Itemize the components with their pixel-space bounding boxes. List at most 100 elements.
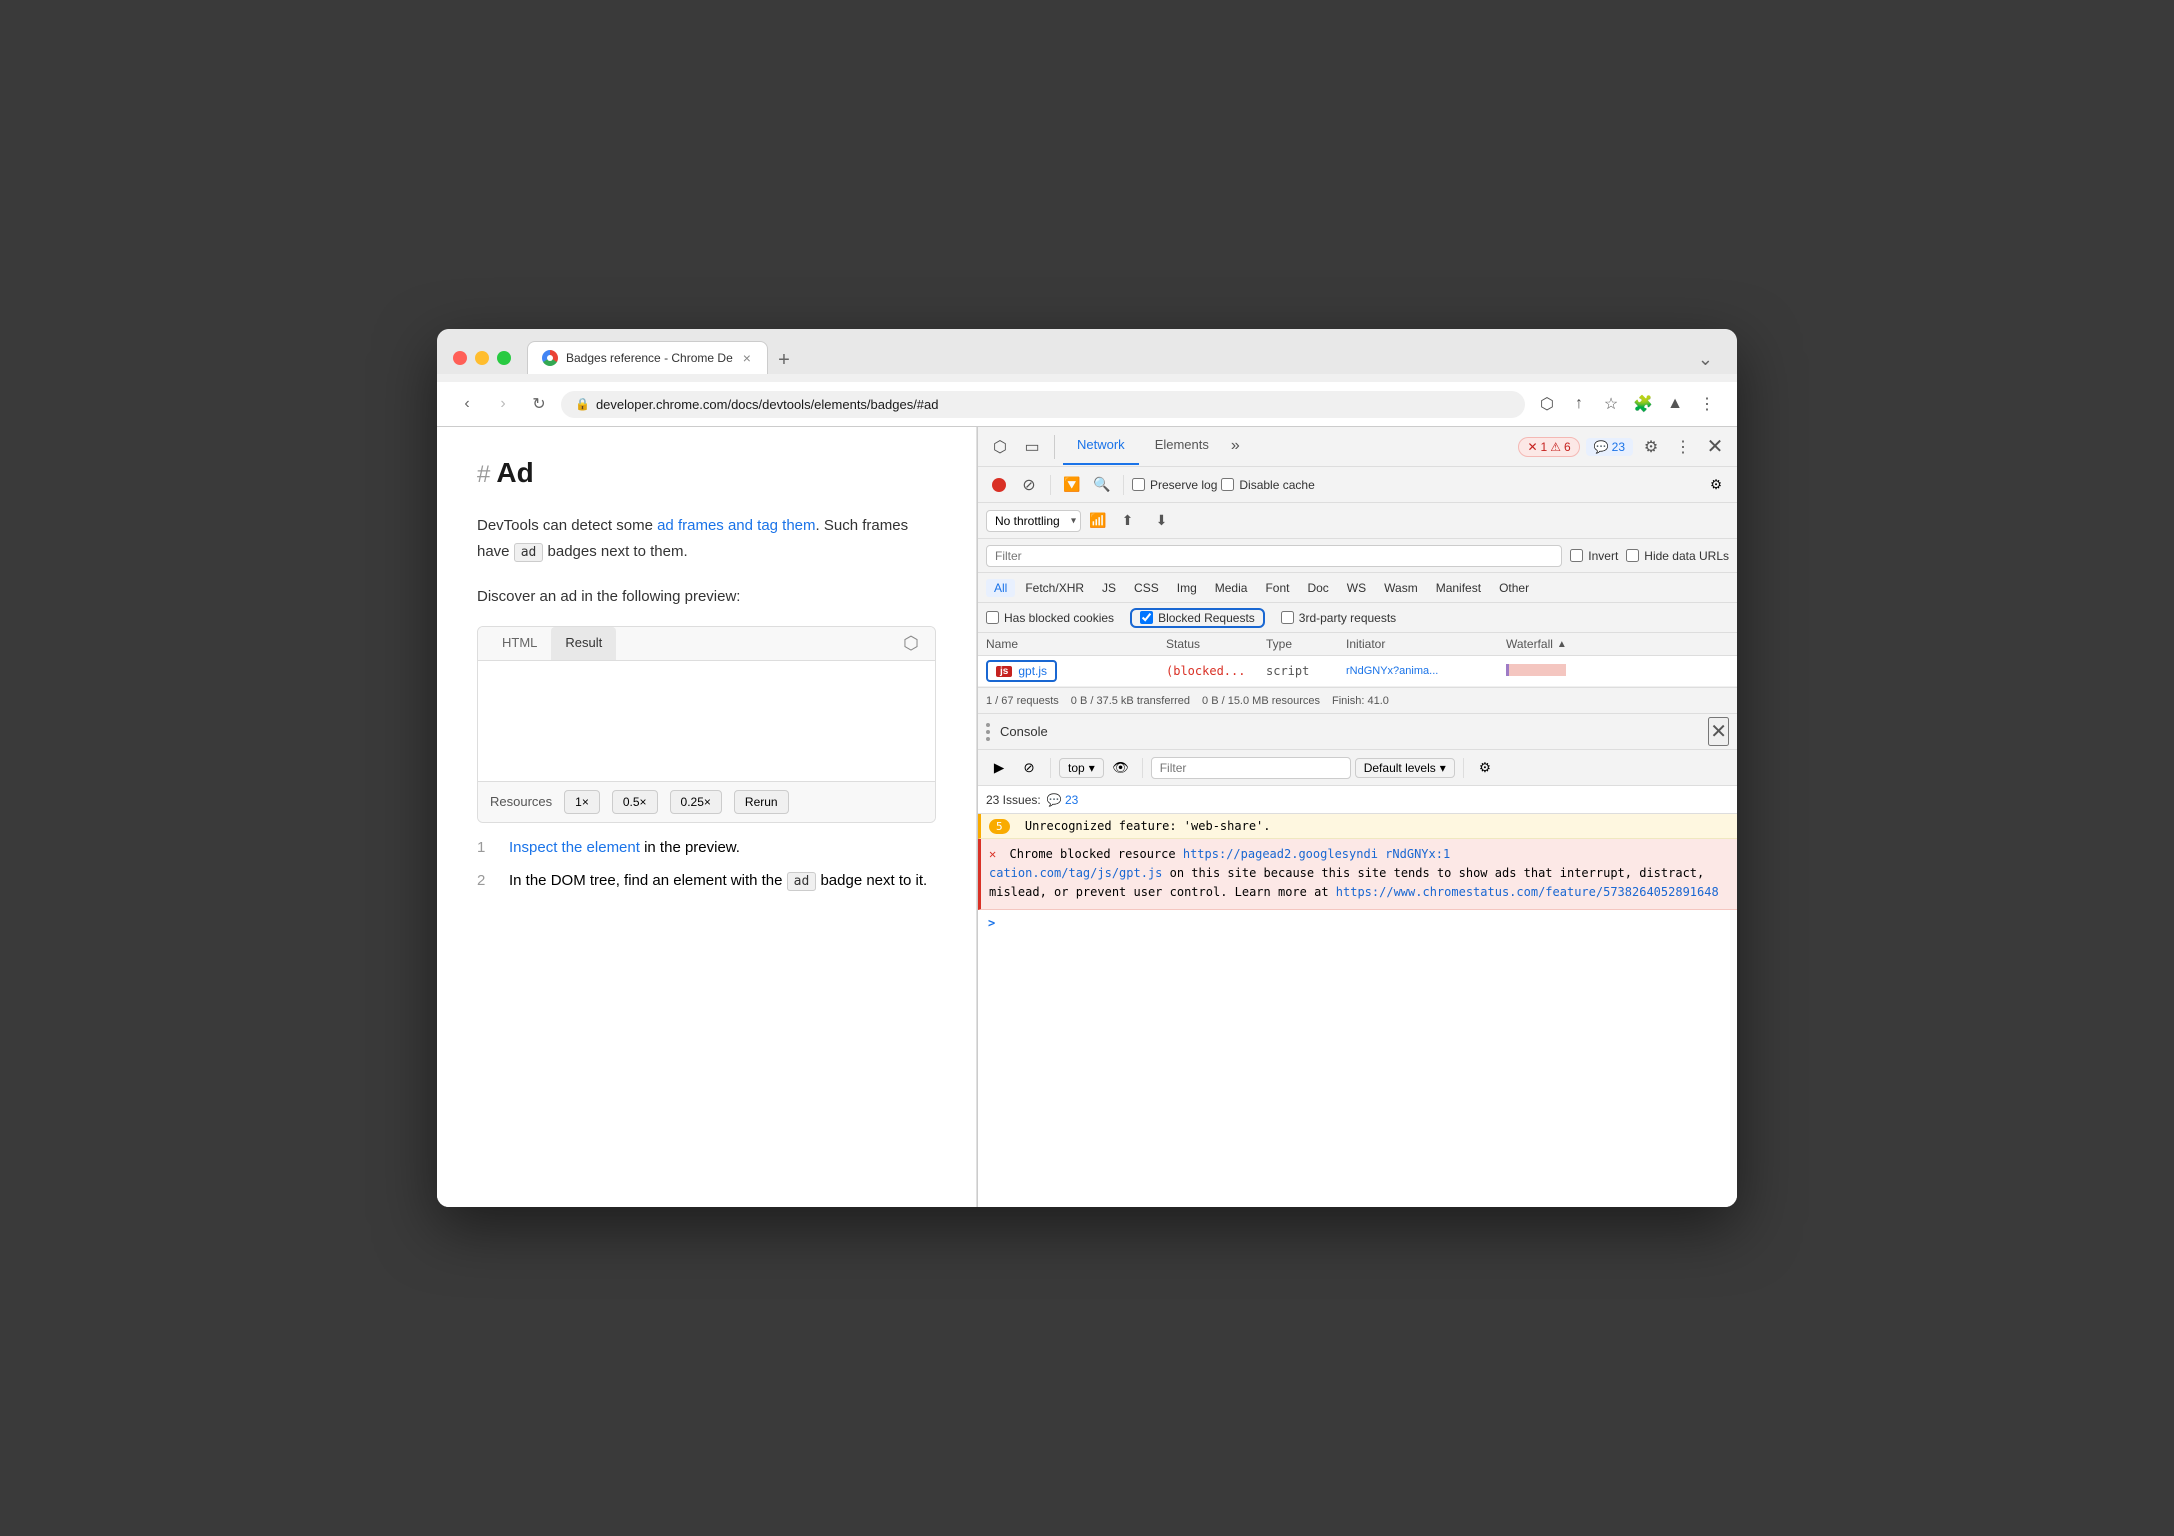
console-settings-button[interactable]: ⚙ (1472, 755, 1498, 781)
initiator-header[interactable]: Initiator (1346, 637, 1506, 651)
zoom-05x-button[interactable]: 0.5× (612, 790, 658, 814)
new-tab-button[interactable]: + (770, 346, 798, 374)
throttle-select[interactable]: No throttling Fast 3G Slow 3G Offline (986, 510, 1081, 532)
blocked-requests-input[interactable] (1140, 611, 1153, 624)
console-filter-input[interactable] (1160, 761, 1342, 775)
device-emulation-button[interactable]: ▭ (1018, 433, 1046, 461)
table-row[interactable]: js gpt.js (blocked... script rNdGNYx?ani… (978, 656, 1737, 687)
title-bar: Badges reference - Chrome De × + ⌄ (437, 329, 1737, 374)
inspect-element-link[interactable]: Inspect the element (509, 839, 640, 856)
third-party-input[interactable] (1281, 611, 1294, 624)
reload-button[interactable]: ↻ (525, 390, 553, 418)
blocked-requests-row: Has blocked cookies Blocked Requests 3rd… (978, 603, 1737, 633)
cursor-tool-button[interactable]: ⬡ (986, 433, 1014, 461)
filter-input[interactable] (995, 549, 1553, 563)
filter-media-button[interactable]: Media (1207, 579, 1256, 597)
filter-types-row: All Fetch/XHR JS CSS Img Media Font Doc … (978, 573, 1737, 603)
eye-button[interactable]: 👁 (1108, 755, 1134, 781)
third-party-label[interactable]: 3rd-party requests (1281, 611, 1396, 625)
result-tab[interactable]: Result (551, 627, 616, 660)
extensions-button[interactable]: 🧩 (1629, 390, 1657, 418)
main-area: # Ad DevTools can detect some ad frames … (437, 427, 1737, 1207)
blocked-url-link3[interactable]: tion.com/tag/js/gpt.js (1003, 866, 1162, 880)
devtools-settings-button[interactable]: ⚙ (1637, 433, 1665, 461)
share-button[interactable]: ↑ (1565, 390, 1593, 418)
more-tabs-button[interactable]: » (1225, 429, 1246, 465)
error-badge[interactable]: ✕ 1 ⚠ 6 (1518, 437, 1579, 457)
hide-data-urls-checkbox[interactable]: Hide data URLs (1626, 549, 1729, 563)
filter-fetchxhr-button[interactable]: Fetch/XHR (1017, 579, 1092, 597)
forward-button[interactable]: › (489, 390, 517, 418)
filter-manifest-button[interactable]: Manifest (1428, 579, 1489, 597)
cast-button[interactable]: ⬡ (1533, 390, 1561, 418)
elements-tab[interactable]: Elements (1141, 429, 1223, 465)
download-icon[interactable]: ⬇ (1148, 508, 1174, 534)
zoom-1x-button[interactable]: 1× (564, 790, 600, 814)
info-icon: 💬 (1594, 440, 1609, 454)
waterfall-header[interactable]: Waterfall ▲ (1506, 637, 1729, 651)
learn-more-link[interactable]: https://www.chromestatus.com/feature/573… (1336, 885, 1719, 899)
tab-close-button[interactable]: × (741, 350, 753, 366)
zoom-025x-button[interactable]: 0.25× (670, 790, 722, 814)
blocked-url-link1[interactable]: https://pagead2.googlesyndi (1183, 847, 1378, 861)
invert-input[interactable] (1570, 549, 1583, 562)
tab-menu-button[interactable]: ⌄ (1690, 345, 1721, 374)
network-tab[interactable]: Network (1063, 429, 1139, 465)
default-levels-selector[interactable]: Default levels ▾ (1355, 758, 1455, 778)
info-badge[interactable]: 💬 23 (1586, 438, 1633, 456)
disable-cache-input[interactable] (1221, 478, 1234, 491)
console-drag-handle[interactable] (986, 721, 992, 743)
cube-icon[interactable]: ⬡ (897, 629, 925, 657)
filter-js-button[interactable]: JS (1094, 579, 1124, 597)
maximize-window-button[interactable] (497, 351, 511, 365)
execute-button[interactable]: ▶ (986, 755, 1012, 781)
stop-button[interactable]: ⊘ (1016, 472, 1042, 498)
profile-button[interactable]: ▲ (1661, 390, 1689, 418)
filter-css-button[interactable]: CSS (1126, 579, 1167, 597)
rerun-button[interactable]: Rerun (734, 790, 789, 814)
bookmark-button[interactable]: ☆ (1597, 390, 1625, 418)
filter-wasm-button[interactable]: Wasm (1376, 579, 1426, 597)
hide-data-urls-input[interactable] (1626, 549, 1639, 562)
filter-all-button[interactable]: All (986, 579, 1015, 597)
requests-count: 1 / 67 requests (986, 695, 1059, 707)
context-selector[interactable]: top ▾ (1059, 758, 1104, 778)
disable-cache-checkbox[interactable]: Disable cache (1221, 478, 1314, 492)
devtools-more-button[interactable]: ⋮ (1669, 433, 1697, 461)
active-tab[interactable]: Badges reference - Chrome De × (527, 341, 768, 374)
blocked-url-link2[interactable]: ca (989, 866, 1003, 880)
blocked-requests-label[interactable]: Blocked Requests (1140, 611, 1255, 625)
network-settings-button[interactable]: ⚙ (1703, 472, 1729, 498)
filter-button[interactable]: 🔽 (1059, 472, 1085, 498)
filter-ws-button[interactable]: WS (1339, 579, 1374, 597)
filter-doc-button[interactable]: Doc (1299, 579, 1336, 597)
console-close-button[interactable]: ✕ (1708, 717, 1729, 746)
blocked-source-link[interactable]: rNdGNYx:1 (1385, 847, 1450, 861)
filter-other-button[interactable]: Other (1491, 579, 1537, 597)
ad-frames-link[interactable]: ad frames and tag them (657, 517, 815, 534)
record-button[interactable] (986, 472, 1012, 498)
minimize-window-button[interactable] (475, 351, 489, 365)
status-header[interactable]: Status (1166, 637, 1266, 651)
upload-icon[interactable]: ⬆ (1114, 508, 1140, 534)
has-blocked-cookies-label[interactable]: Has blocked cookies (986, 611, 1114, 625)
search-button[interactable]: 🔍 (1089, 472, 1115, 498)
console-stop-button[interactable]: ⊘ (1016, 755, 1042, 781)
issues-icon[interactable]: 💬 23 (1047, 793, 1079, 807)
preserve-log-checkbox[interactable]: Preserve log (1132, 478, 1217, 492)
devtools-close-button[interactable]: ✕ (1701, 433, 1729, 461)
filter-img-button[interactable]: Img (1169, 579, 1205, 597)
type-header[interactable]: Type (1266, 637, 1346, 651)
back-button[interactable]: ‹ (453, 390, 481, 418)
filter-font-button[interactable]: Font (1257, 579, 1297, 597)
preserve-log-input[interactable] (1132, 478, 1145, 491)
address-input[interactable]: 🔒 developer.chrome.com/docs/devtools/ele… (561, 391, 1525, 418)
console-prompt[interactable]: > (978, 910, 1737, 936)
html-tab[interactable]: HTML (488, 627, 551, 660)
page-heading: # Ad (477, 457, 936, 489)
invert-checkbox[interactable]: Invert (1570, 549, 1618, 563)
name-header[interactable]: Name (986, 637, 1166, 651)
settings-button[interactable]: ⋮ (1693, 390, 1721, 418)
close-window-button[interactable] (453, 351, 467, 365)
has-blocked-cookies-input[interactable] (986, 611, 999, 624)
